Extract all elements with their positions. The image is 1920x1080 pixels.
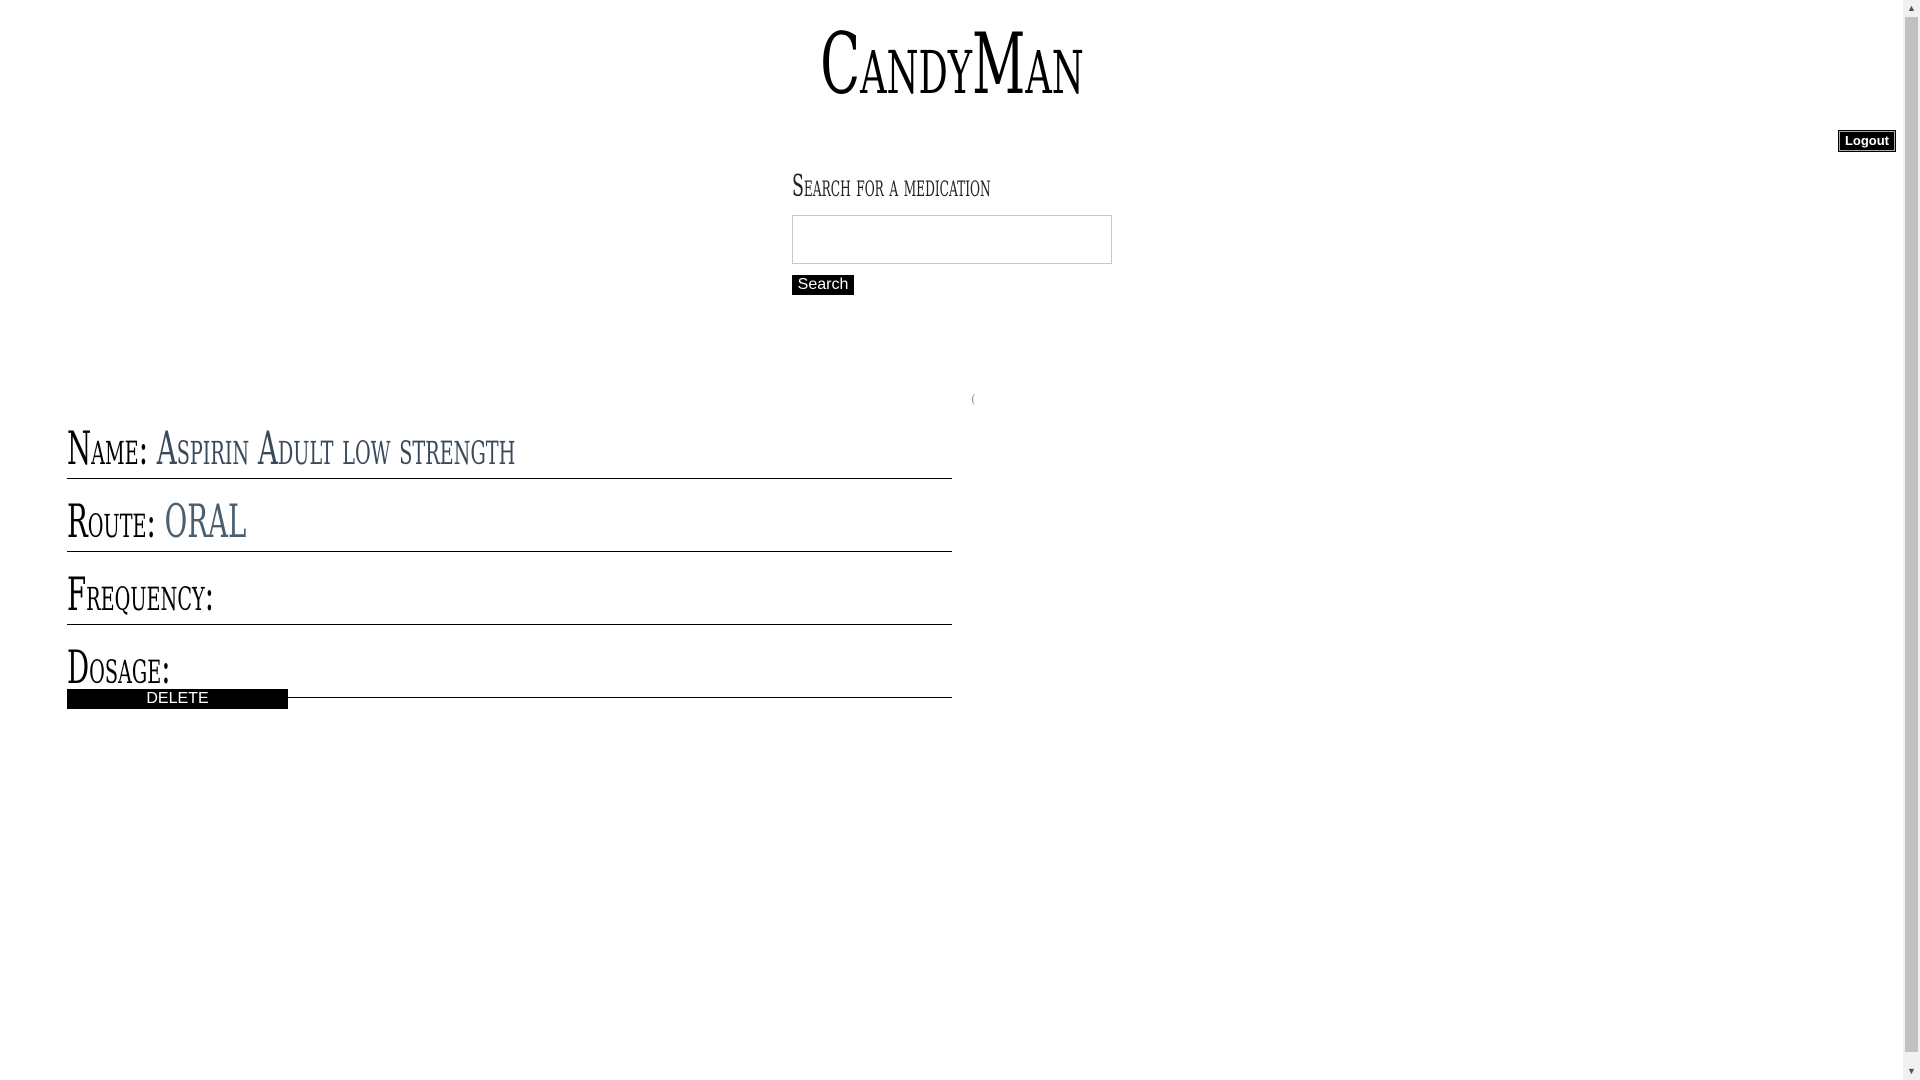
scroll-up-icon[interactable]: ▲ [1903,0,1920,17]
scroll-down-icon[interactable]: ▼ [1903,1063,1920,1080]
medication-route-row: Route: ORAL [67,481,952,552]
search-button[interactable]: Search [792,275,854,295]
medication-name-label: Name: [67,421,148,475]
delete-button[interactable]: DELETE [67,689,288,709]
scroll-thumb[interactable] [1905,17,1918,1052]
medication-dosage-label: Dosage: [67,640,171,694]
vertical-scrollbar[interactable]: ▲ ▼ [1903,0,1920,1080]
stray-mark: ( [971,392,976,406]
medication-route-label: Route: [67,494,156,548]
medication-card: Name: Aspirin Adult low strength Route: … [67,408,952,700]
medication-name-row: Name: Aspirin Adult low strength [67,408,952,479]
app-title: CandyMan [820,15,1084,113]
medication-dosage-row: Dosage: [67,627,952,698]
medication-route-value: ORAL [164,494,247,548]
medication-frequency-label: Frequency: [67,567,215,621]
search-label: Search for a medication [792,169,991,204]
logout-button[interactable]: Logout [1838,130,1896,152]
search-input[interactable] [792,215,1112,264]
medication-name-value: Aspirin Adult low strength [156,421,516,475]
medication-frequency-row: Frequency: [67,554,952,625]
